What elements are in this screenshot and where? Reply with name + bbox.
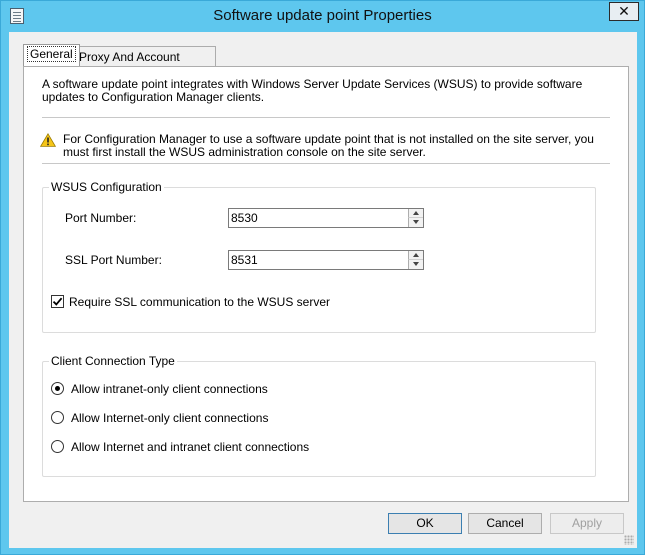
title-bar[interactable]: Software update point Properties ✕ [1,1,644,31]
port-number-input[interactable] [229,209,407,227]
divider [42,163,610,164]
ssl-port-number-decrement[interactable] [408,260,423,269]
radio-internet-and-intranet[interactable] [51,440,64,453]
warning-text: For Configuration Manager to use a softw… [63,132,594,159]
window-title: Software update point Properties [213,7,432,24]
ssl-port-number-increment[interactable] [408,251,423,260]
tab-proxy-and-account-settings[interactable]: Proxy And Account Settings [73,46,216,78]
ssl-port-number-label: SSL Port Number: [65,253,162,267]
client-connection-group-label: Client Connection Type [49,354,177,368]
divider [42,117,610,118]
require-ssl-label[interactable]: Require SSL communication to the WSUS se… [69,295,330,309]
ok-button[interactable]: OK [388,513,462,534]
ssl-port-number-stepper [228,250,424,270]
radio-internet-only-label[interactable]: Allow Internet-only client connections [71,411,268,425]
tab-general-label: General [27,46,76,62]
close-button[interactable]: ✕ [609,2,639,21]
wsus-configuration-group: WSUS Configuration Port Number: SSL Port… [42,180,596,333]
cancel-button[interactable]: Cancel [468,513,542,534]
radio-internet-only[interactable] [51,411,64,424]
require-ssl-checkbox[interactable] [51,295,64,308]
properties-window: Software update point Properties ✕ Gener… [0,0,645,555]
port-number-increment[interactable] [408,209,423,218]
dialog-client-area: General Proxy And Account Settings A sof… [9,32,637,548]
port-number-label: Port Number: [65,211,137,225]
radio-intranet-only[interactable] [51,382,64,395]
tab-general[interactable]: General [23,44,80,66]
apply-button[interactable]: Apply [550,513,624,534]
warning-triangle-icon [40,133,56,147]
client-connection-type-group: Client Connection Type Allow intranet-on… [42,354,596,477]
wsus-group-label: WSUS Configuration [49,180,164,194]
port-number-decrement[interactable] [408,218,423,227]
ssl-port-number-input[interactable] [229,251,407,269]
resize-grip[interactable] [624,535,634,545]
radio-intranet-only-label[interactable]: Allow intranet-only client connections [71,382,268,396]
close-icon: ✕ [618,3,630,19]
port-number-stepper [228,208,424,228]
radio-internet-and-intranet-label[interactable]: Allow Internet and intranet client conne… [71,440,309,454]
general-tab-panel: A software update point integrates with … [23,66,629,502]
intro-text: A software update point integrates with … [42,77,583,104]
checkmark-icon [52,297,63,306]
